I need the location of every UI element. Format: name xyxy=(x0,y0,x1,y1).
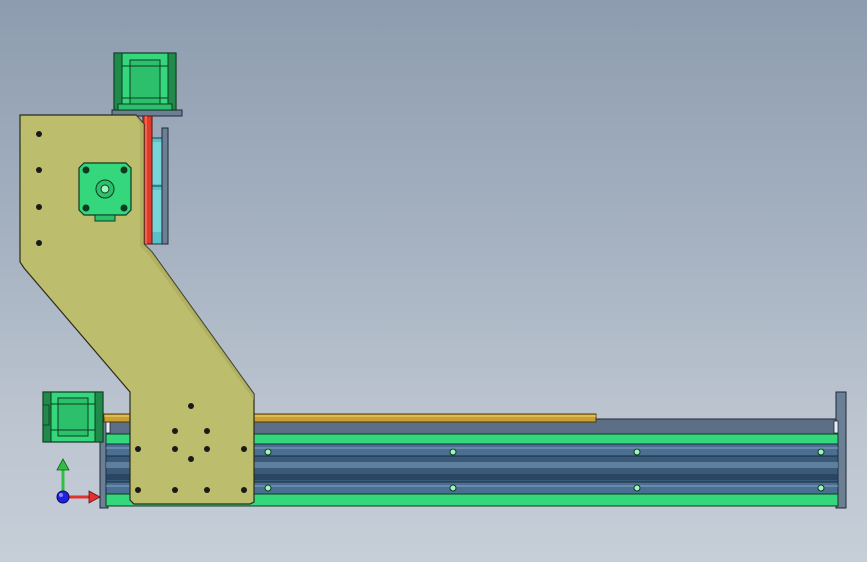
plate-hole xyxy=(172,446,178,452)
motor-center-band xyxy=(129,59,161,105)
end-stop-tab xyxy=(105,420,111,434)
cad-model-canvas[interactable] xyxy=(0,0,867,562)
plate-hole xyxy=(188,403,194,409)
rail-bolt xyxy=(633,448,641,456)
rail-bolt xyxy=(817,484,825,492)
plate-hole xyxy=(36,204,42,210)
motor-shaft xyxy=(100,184,110,194)
motor-connector xyxy=(42,404,50,426)
z-guide-plate xyxy=(161,127,169,245)
plate-hole xyxy=(241,487,247,493)
plate-hole xyxy=(172,487,178,493)
gantry-side-plate[interactable] xyxy=(19,114,255,505)
motor-mount-hole xyxy=(82,166,90,174)
triad-z-highlight xyxy=(59,493,63,497)
plate-hole xyxy=(36,167,42,173)
plate-hole xyxy=(188,456,194,462)
rail-bolt xyxy=(817,448,825,456)
rail-bolt xyxy=(264,448,272,456)
coordinate-triad xyxy=(56,458,101,504)
rail-bolt xyxy=(264,484,272,492)
cad-3d-viewport[interactable] xyxy=(0,0,867,562)
plate-hole xyxy=(204,428,210,434)
gantry-plate-outline xyxy=(19,114,255,505)
motor-right-cap xyxy=(94,391,104,443)
y-axis-stepper-motor[interactable] xyxy=(78,162,132,222)
motor-flange xyxy=(117,103,173,111)
motor-mount-hole xyxy=(82,204,90,212)
triad-y-arrow-icon xyxy=(56,458,70,471)
plate-hole xyxy=(135,487,141,493)
rail-bolt xyxy=(449,448,457,456)
end-stop-tab xyxy=(833,420,839,434)
z-axis-stepper-motor[interactable] xyxy=(113,52,177,111)
motor-left-cap xyxy=(113,52,123,111)
plate-hole xyxy=(36,131,42,137)
plate-hole xyxy=(172,428,178,434)
triad-z-axis-dot xyxy=(56,490,70,504)
plate-hole xyxy=(204,446,210,452)
x-axis-stepper-motor[interactable] xyxy=(42,391,104,443)
motor-mount-hole xyxy=(120,204,128,212)
plate-hole xyxy=(241,446,247,452)
rail-bolt xyxy=(633,484,641,492)
plate-hole xyxy=(204,487,210,493)
motor-connector xyxy=(94,214,116,222)
motor-mount-hole xyxy=(120,166,128,174)
plate-hole xyxy=(135,446,141,452)
triad-x-arrow-icon xyxy=(88,490,101,504)
motor-right-cap xyxy=(167,52,177,111)
rail-bolt xyxy=(449,484,457,492)
plate-hole xyxy=(36,240,42,246)
